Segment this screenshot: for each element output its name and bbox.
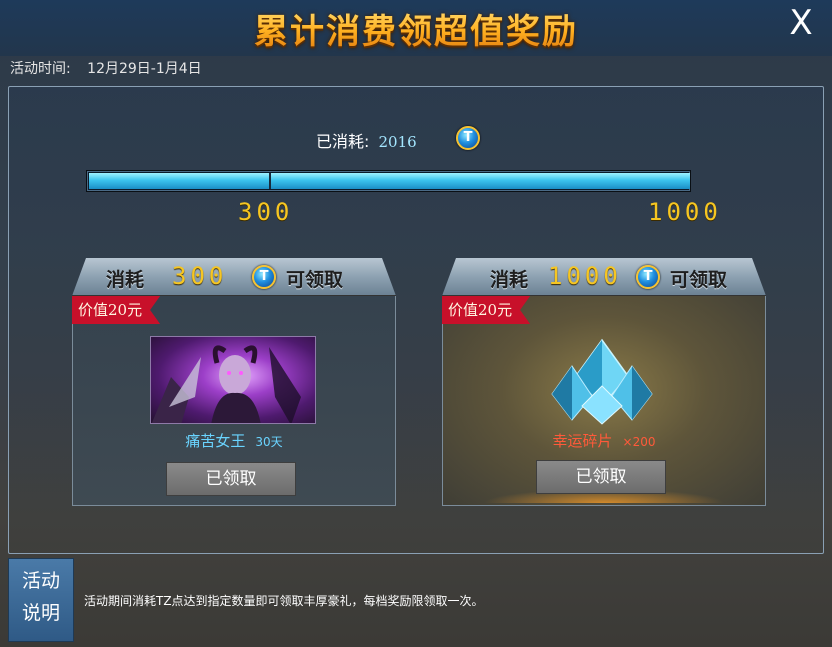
activity-time-value: 12月29日-1月4日: [87, 61, 202, 77]
crystal-shard-icon: [551, 338, 653, 425]
progress-tick-300: 300: [238, 198, 294, 226]
activity-time-label: 活动时间:: [10, 61, 71, 77]
consumed-value: 2016: [378, 133, 417, 151]
cost-value: 300: [172, 262, 228, 290]
cost-label: 消耗: [490, 269, 529, 291]
reward-item-name: 痛苦女王 30天: [72, 430, 396, 451]
claimed-button[interactable]: 已领取: [536, 460, 666, 494]
claimable-label: 可领取: [286, 269, 344, 291]
reward-card-header: 消耗 300 T 可领取: [72, 258, 396, 296]
close-button[interactable]: X: [784, 6, 818, 40]
progress-tick-1000: 1000: [648, 198, 722, 226]
activity-description-text: 活动期间消耗TZ点达到指定数量即可领取丰厚豪礼，每档奖励限领取一次。: [84, 594, 484, 608]
tz-coin-icon: T: [456, 126, 480, 150]
item-quantity: ×200: [622, 435, 656, 449]
cost-value: 1000: [548, 262, 622, 290]
reward-card-header: 消耗 1000 T 可领取: [442, 258, 766, 296]
reward-card-1000: 消耗 1000 T 可领取 价值20元 幸运碎片 ×200 已领取: [442, 258, 766, 506]
progress-bar: [86, 170, 691, 192]
tz-coin-icon: T: [636, 265, 660, 289]
activity-description-button[interactable]: 活动 说明: [8, 558, 74, 642]
item-name-text: 痛苦女王: [185, 432, 246, 450]
progress-bar-fill: [89, 173, 690, 189]
desc-button-line2: 说明: [21, 602, 60, 624]
progress-mark-300: [269, 173, 271, 189]
activity-time: 活动时间: 12月29日-1月4日: [10, 58, 214, 78]
desc-button-line1: 活动: [21, 570, 60, 592]
claimable-label: 可领取: [670, 269, 728, 291]
tz-coin-icon: T: [252, 265, 276, 289]
portrait-icon: [150, 336, 316, 424]
consumed-info: 已消耗: 2016 T: [316, 126, 480, 152]
reward-panel: 累计消费领超值奖励 X 活动时间: 12月29日-1月4日 已消耗: 2016 …: [0, 0, 832, 647]
value-ribbon: 价值20元: [72, 296, 160, 324]
cost-label: 消耗: [106, 269, 145, 291]
reward-item-name: 幸运碎片 ×200: [442, 430, 766, 451]
reward-card-300: 消耗 300 T 可领取 价值20元 痛苦女王 30天 已领取: [72, 258, 396, 506]
claimed-button[interactable]: 已领取: [166, 462, 296, 496]
consumed-label: 已消耗:: [316, 132, 370, 151]
item-name-text: 幸运碎片: [552, 432, 613, 450]
value-ribbon: 价值20元: [442, 296, 530, 324]
item-quantity: 30天: [255, 435, 283, 449]
page-title: 累计消费领超值奖励: [0, 4, 832, 53]
